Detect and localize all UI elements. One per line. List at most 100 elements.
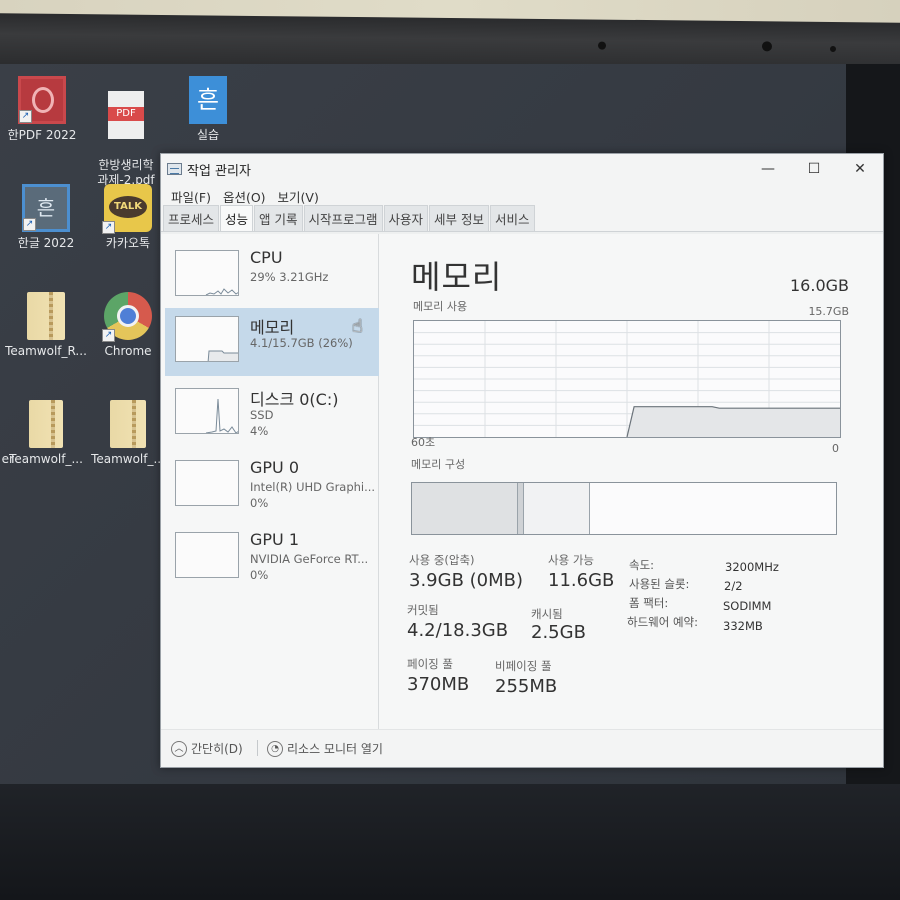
tab-app-history[interactable]: 앱 기록	[254, 205, 303, 231]
menu-view[interactable]: 보기(V)	[272, 187, 325, 206]
spec-speed-value: 3200MHz	[725, 560, 779, 574]
sidebar-item-detail: NVIDIA GeForce RT...	[250, 552, 369, 566]
total-memory: 16.0GB	[790, 276, 849, 295]
graph-max-label: 15.7GB	[808, 305, 849, 318]
sidebar-item-detail: Intel(R) UHD Graphi...	[250, 480, 376, 494]
hand-cursor-icon: ☝	[352, 316, 363, 337]
desktop-icon-label: 실습	[196, 128, 220, 142]
zip-folder-icon	[27, 292, 65, 340]
sidebar-item-gpu1[interactable]: GPU 1 NVIDIA GeForce RT... 0%	[165, 524, 379, 592]
paged-pool-label: 페이징 풀	[407, 657, 453, 671]
fewer-details-label: 간단히(D)	[191, 742, 243, 756]
spec-form-factor-label: 폼 팩터:	[629, 596, 669, 610]
pdf-file-icon: PDF	[108, 91, 144, 139]
cpu-thumbnail-graph	[175, 250, 239, 296]
paged-pool-value: 370MB	[407, 674, 470, 695]
sidebar-item-name: GPU 0	[250, 458, 300, 477]
webcam	[762, 41, 772, 52]
desktop-icon-partial[interactable]: er	[0, 452, 14, 467]
desktop-icon-label: Teamwolf_R...	[5, 344, 87, 358]
desktop-icon-pdf-file[interactable]: PDF 한방생리학 과제-2.pdf	[84, 76, 168, 188]
spec-form-factor-value: SODIMM	[723, 599, 772, 613]
gpu0-thumbnail-graph	[175, 460, 239, 506]
committed-value: 4.2/18.3GB	[407, 620, 509, 641]
nonpaged-pool-value: 255MB	[495, 676, 558, 697]
sidebar-item-name: GPU 1	[250, 530, 300, 549]
bezel-sensor	[830, 45, 836, 53]
menu-options[interactable]: 옵션(O)	[217, 187, 272, 206]
desktop-icon-hwp-file[interactable]: 흔 실습	[166, 76, 250, 143]
composition-label: 메모리 구성	[411, 458, 466, 471]
usage-area	[627, 406, 840, 437]
usage-graph-label: 메모리 사용	[413, 300, 468, 313]
tab-services[interactable]: 서비스	[490, 205, 535, 231]
nonpaged-pool-label: 비페이징 풀	[495, 659, 552, 673]
cached-label: 캐시됨	[531, 607, 563, 621]
kakaotalk-icon: TALK ↗	[102, 184, 152, 234]
desktop-icon-label: 한방생리학 과제-2.pdf	[97, 158, 155, 187]
resource-monitor-label: 리소스 모니터 열기	[287, 742, 383, 756]
memory-thumbnail-graph	[175, 316, 239, 362]
tab-bar: 프로세스 성능 앱 기록 시작프로그램 사용자 세부 정보 서비스	[161, 205, 883, 232]
in-use-value: 3.9GB (0MB)	[409, 570, 524, 591]
sidebar-item-percent: 0%	[250, 568, 269, 582]
desktop-icon-label: Teamwolf_...	[91, 452, 165, 466]
spec-hw-reserved-label: 하드웨어 예약:	[627, 615, 699, 629]
open-resource-monitor-link[interactable]: ◔ 리소스 모니터 열기	[267, 740, 383, 757]
sidebar-item-name: 디스크 0(C:)	[250, 390, 339, 409]
composition-in-use[interactable]	[412, 483, 518, 534]
available-label: 사용 가능	[548, 553, 594, 567]
graph-time-right: 0	[832, 442, 839, 455]
shortcut-arrow-icon: ↗	[102, 329, 115, 342]
tab-details[interactable]: 세부 정보	[429, 205, 490, 231]
sidebar-item-percent: 4%	[250, 424, 269, 438]
title-bar[interactable]: 작업 관리자 — ☐ ✕	[161, 154, 883, 184]
desktop-icon-label: 카카오톡	[105, 236, 151, 250]
desktop-icon-kakaotalk[interactable]: TALK ↗ 카카오톡	[86, 184, 170, 251]
tab-users[interactable]: 사용자	[383, 205, 429, 231]
desktop-icon-chrome[interactable]: ↗ Chrome	[86, 292, 170, 359]
tab-processes[interactable]: 프로세스	[163, 205, 220, 231]
footer-divider	[257, 740, 258, 756]
sidebar-item-cpu[interactable]: CPU 29% 3.21GHz	[165, 242, 379, 310]
sidebar-item-gpu0[interactable]: GPU 0 Intel(R) UHD Graphi... 0%	[165, 452, 379, 520]
desktop-icon-teamwolf-2[interactable]: Teamwolf_...	[4, 400, 88, 467]
maximize-button[interactable]: ☐	[791, 154, 837, 184]
in-use-label: 사용 중(압축)	[409, 553, 475, 567]
desktop-icon-teamwolf-3[interactable]: Teamwolf_...	[86, 400, 170, 467]
sidebar-item-memory[interactable]: 메모리 4.1/15.7GB (26%) ☝	[165, 308, 379, 376]
tab-performance[interactable]: 성능	[220, 205, 254, 231]
sidebar-item-detail: 29% 3.21GHz	[250, 270, 329, 284]
shortcut-arrow-icon: ↗	[19, 110, 32, 123]
resource-sidebar: CPU 29% 3.21GHz 메모리 4.1/15.7GB (26%) ☝ 디…	[161, 234, 379, 729]
zip-folder-icon	[29, 400, 63, 448]
spec-slots-label: 사용된 슬롯:	[629, 577, 690, 591]
sidebar-item-name: CPU	[250, 248, 283, 267]
desktop-icon-label: Chrome	[104, 344, 152, 358]
performance-content: CPU 29% 3.21GHz 메모리 4.1/15.7GB (26%) ☝ 디…	[161, 234, 883, 729]
composition-standby[interactable]	[524, 483, 591, 534]
gpu1-thumbnail-graph	[175, 532, 239, 578]
desktop-icon-teamwolf-r[interactable]: Teamwolf_R...	[4, 292, 88, 359]
graph-time-left: 60초	[411, 436, 436, 449]
sidebar-item-disk[interactable]: 디스크 0(C:) SSD 4%	[165, 380, 379, 448]
chrome-icon: ↗	[102, 292, 152, 342]
chevron-up-icon: ︿	[171, 740, 187, 757]
desktop-icon-hanpdf[interactable]: ↗ 한PDF 2022	[0, 76, 84, 143]
usage-graph-svg	[414, 321, 840, 438]
cached-value: 2.5GB	[531, 622, 586, 643]
minimize-button[interactable]: —	[745, 154, 791, 184]
tab-startup[interactable]: 시작프로그램	[303, 205, 383, 231]
spec-speed-label: 속도:	[629, 558, 655, 572]
desktop-icon-label: 한글 2022	[17, 236, 75, 250]
resource-monitor-icon: ◔	[267, 740, 283, 757]
close-button[interactable]: ✕	[837, 154, 883, 184]
composition-free[interactable]	[590, 483, 836, 534]
desktop-icon-hangul[interactable]: 흔 ↗ 한글 2022	[4, 184, 88, 251]
sidebar-item-detail: 4.1/15.7GB (26%)	[250, 336, 353, 350]
fewer-details-button[interactable]: ︿ 간단히(D)	[171, 740, 243, 757]
committed-label: 커밋됨	[407, 603, 439, 617]
menu-file[interactable]: 파일(F)	[165, 187, 217, 206]
hanpdf-icon: ↗	[18, 76, 66, 124]
hangul-icon: 흔 ↗	[22, 184, 70, 232]
